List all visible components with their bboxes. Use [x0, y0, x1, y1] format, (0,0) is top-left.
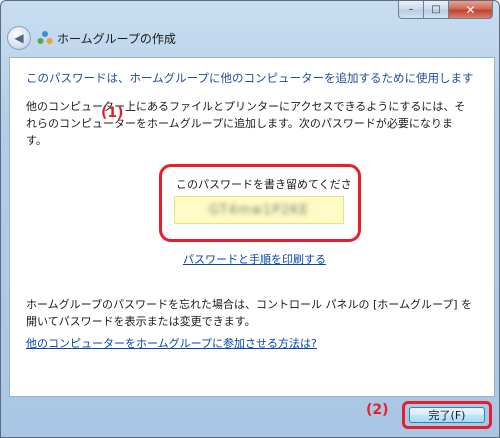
finish-button[interactable]: 完了(F)	[409, 407, 485, 423]
homegroup-icon	[37, 30, 53, 46]
close-button[interactable]: ✕	[449, 1, 493, 19]
finish-highlight: 完了(F)	[402, 401, 492, 429]
homegroup-wizard-window: – □ ✕ ◀ ホームグループの作成 このパスワードは、ホームグループに他のコン…	[0, 0, 500, 438]
print-password-link[interactable]: パスワードと手順を印刷する	[183, 251, 326, 267]
page-heading: このパスワードは、ホームグループに他のコンピューターを追加するために使用します	[26, 71, 474, 85]
password-value: GT4mw1P2KE	[208, 202, 310, 218]
forgot-password-text: ホームグループのパスワードを忘れた場合は、コントロール パネルの [ホームグルー…	[26, 298, 473, 328]
join-homegroup-help-link[interactable]: 他のコンピューターをホームグループに参加させる方法は?	[26, 335, 317, 351]
annotation-2: (2)	[366, 402, 389, 418]
back-arrow-icon: ◀	[14, 31, 24, 45]
annotation-1: (1)	[101, 105, 124, 121]
maximize-button[interactable]: □	[424, 1, 449, 19]
wizard-header: ◀ ホームグループの作成	[7, 25, 176, 51]
window-title: ホームグループの作成	[57, 31, 176, 46]
wizard-content: このパスワードは、ホームグループに他のコンピューターを追加するために使用します …	[9, 57, 495, 397]
page-description: 他のコンピューター上にあるファイルとプリンターにアクセスできるようにするには、そ…	[26, 100, 466, 147]
password-highlight: このパスワードを書き留めてください: GT4mw1P2KE	[159, 164, 361, 242]
minimize-button[interactable]: –	[398, 1, 424, 19]
window-controls: – □ ✕	[398, 1, 493, 19]
back-button[interactable]: ◀	[7, 26, 31, 50]
password-field[interactable]: GT4mw1P2KE	[174, 196, 344, 224]
